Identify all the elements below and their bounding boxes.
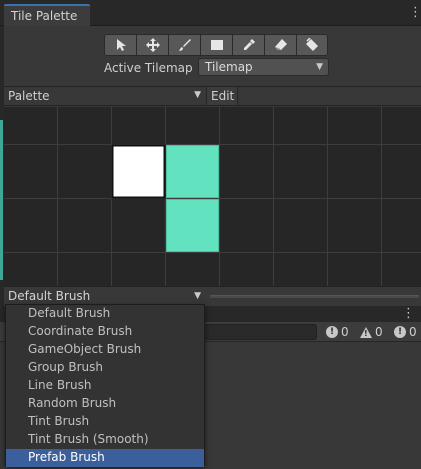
brush-option[interactable]: Line Brush (6, 377, 204, 395)
console-search-input[interactable] (204, 324, 317, 340)
brush-option[interactable]: Random Brush (6, 395, 204, 413)
dropdown-arrow-icon: ▼ (316, 62, 323, 72)
warning-count: 0 (375, 325, 383, 339)
adjacent-panel-accent (0, 120, 3, 280)
active-tilemap-value: Tilemap (205, 60, 253, 74)
edit-palette-button[interactable]: Edit (206, 87, 238, 105)
palette-bar: Palette ▼ Edit (4, 86, 421, 106)
brush-option[interactable]: Default Brush (6, 305, 204, 323)
fill-tool-button[interactable] (296, 34, 328, 56)
erase-tool-button[interactable] (264, 34, 296, 56)
info-icon: ! (326, 326, 338, 338)
brush-option[interactable]: GameObject Brush (6, 341, 204, 359)
palette-grid[interactable] (4, 107, 421, 286)
dropdown-arrow-icon: ▼ (194, 90, 201, 100)
brush-option[interactable]: Tint Brush (6, 413, 204, 431)
tile-toolbar: Active Tilemap Tilemap ▼ (4, 26, 421, 84)
move-tool-button[interactable] (136, 34, 168, 56)
paint-bucket-icon (306, 38, 318, 51)
tab-bar: Tile Palette ⋮ (0, 0, 421, 26)
box-icon (210, 40, 223, 50)
brush-option[interactable]: Tint Brush (Smooth) (6, 431, 204, 449)
brush-value: Default Brush (8, 289, 91, 303)
brush-option[interactable]: Coordinate Brush (6, 323, 204, 341)
error-count-toggle[interactable]: ! 0 (392, 324, 419, 340)
paintbrush-icon (178, 39, 191, 51)
eraser-icon (274, 39, 287, 50)
tile-palette-window: Tile Palette ⋮ Active Tilemap Tilemap ▼ … (0, 0, 421, 469)
palette-tile[interactable] (112, 145, 165, 198)
more-options-icon[interactable]: ⋮ (409, 6, 421, 20)
palette-dropdown[interactable]: Palette ▼ (4, 87, 204, 105)
arrow-cursor-icon (116, 39, 126, 51)
tab-tile-palette[interactable]: Tile Palette (4, 4, 90, 26)
brush-option[interactable]: Group Brush (6, 359, 204, 377)
eyedropper-icon (243, 39, 255, 50)
palette-value: Palette (8, 89, 50, 103)
brush-option[interactable]: Prefab Brush (6, 449, 204, 467)
move-arrows-icon (145, 38, 160, 52)
warning-icon: ! (360, 326, 372, 338)
active-tilemap-label: Active Tilemap (104, 61, 193, 75)
active-tilemap-dropdown[interactable]: Tilemap ▼ (198, 58, 329, 76)
palette-tile[interactable] (166, 199, 219, 252)
tool-group (104, 34, 328, 56)
brush-dropdown-menu: Default Brush Coordinate Brush GameObject … (5, 304, 205, 467)
box-fill-tool-button[interactable] (200, 34, 232, 56)
error-icon: ! (394, 326, 406, 338)
brush-inspector-divider (210, 295, 419, 298)
info-count-toggle[interactable]: ! 0 (324, 324, 351, 340)
info-count: 0 (341, 325, 349, 339)
picker-tool-button[interactable] (232, 34, 264, 56)
more-options-icon[interactable]: ⋮ (402, 306, 415, 321)
select-tool-button[interactable] (104, 34, 136, 56)
brush-bar: Default Brush ▼ (4, 286, 421, 306)
error-count: 0 (409, 325, 417, 339)
palette-grid-canvas (4, 107, 421, 286)
warning-count-toggle[interactable]: ! 0 (358, 324, 385, 340)
palette-tile[interactable] (166, 145, 219, 198)
dropdown-arrow-icon: ▼ (194, 291, 201, 301)
paint-tool-button[interactable] (168, 34, 200, 56)
